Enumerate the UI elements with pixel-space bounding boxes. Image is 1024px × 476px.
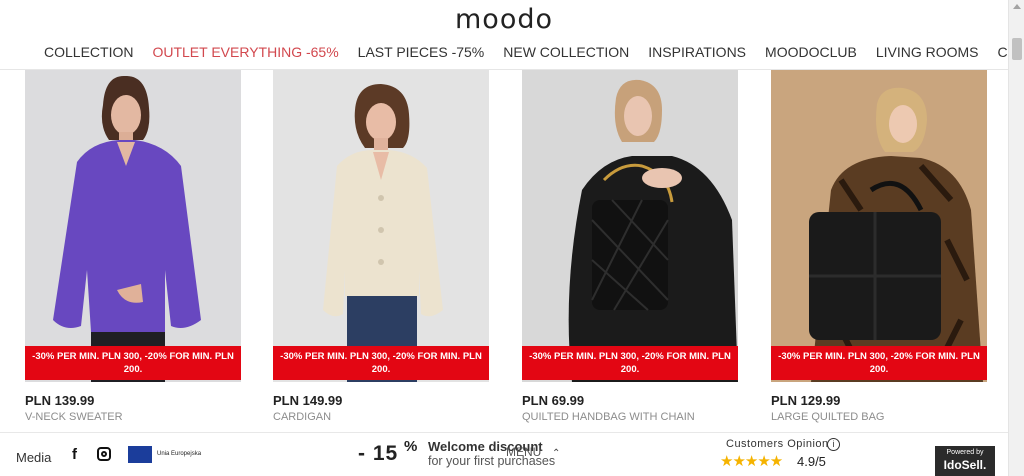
- nav-item-outlet[interactable]: OUTLET EVERYTHING -65%: [152, 44, 338, 60]
- product-image-sweater: [25, 70, 241, 382]
- promo-badge: -30% PER MIN. PLN 300, -20% FOR MIN. PLN…: [522, 346, 738, 380]
- vertical-scrollbar[interactable]: [1008, 0, 1024, 476]
- product-image-handbag: [522, 70, 738, 382]
- product-grid: -30% PER MIN. PLN 300, -20% FOR MIN. PLN…: [25, 70, 995, 430]
- promo-badge: -30% PER MIN. PLN 300, -20% FOR MIN. PLN…: [771, 346, 987, 380]
- product-photo[interactable]: -30% PER MIN. PLN 300, -20% FOR MIN. PLN…: [25, 70, 241, 382]
- nav-item-living-rooms[interactable]: LIVING ROOMS: [876, 44, 979, 60]
- media-label: Media: [16, 450, 52, 465]
- product-price: PLN 149.99: [273, 393, 343, 408]
- powered-by-label: Powered by: [946, 449, 984, 456]
- product-photo[interactable]: -30% PER MIN. PLN 300, -20% FOR MIN. PLN…: [273, 70, 489, 382]
- product-name[interactable]: V-NECK SWEATER: [25, 411, 241, 423]
- rating-value: 4.9/5: [797, 454, 826, 469]
- product-name[interactable]: LARGE QUILTED BAG: [771, 411, 987, 423]
- product-image-large-bag: [771, 70, 987, 382]
- product-card[interactable]: -30% PER MIN. PLN 300, -20% FOR MIN. PLN…: [25, 70, 241, 423]
- menu-toggle[interactable]: MENU: [506, 445, 541, 459]
- info-icon[interactable]: i: [827, 438, 840, 451]
- scroll-up-arrow-icon[interactable]: [1013, 4, 1021, 9]
- product-price: PLN 129.99: [771, 393, 841, 408]
- powered-by-badge[interactable]: Powered by IdoSell.: [935, 446, 995, 476]
- rating-stars: ★★★★★: [720, 453, 783, 470]
- product-price: PLN 139.99: [25, 393, 95, 408]
- product-photo[interactable]: -30% PER MIN. PLN 300, -20% FOR MIN. PLN…: [771, 70, 987, 382]
- product-name[interactable]: CARDIGAN: [273, 411, 489, 423]
- promo-badge: -30% PER MIN. PLN 300, -20% FOR MIN. PLN…: [25, 346, 241, 380]
- instagram-icon[interactable]: [97, 447, 111, 461]
- nav-item-inspirations[interactable]: INSPIRATIONS: [648, 44, 746, 60]
- product-card[interactable]: -30% PER MIN. PLN 300, -20% FOR MIN. PLN…: [522, 70, 738, 423]
- main-navigation: COLLECTION OUTLET EVERYTHING -65% LAST P…: [44, 44, 1024, 60]
- scroll-thumb[interactable]: [1012, 38, 1022, 60]
- product-image-cardigan: [273, 70, 489, 382]
- customers-opinion-label: Customers Opinion: [726, 438, 829, 450]
- nav-item-last-pieces[interactable]: LAST PIECES -75%: [358, 44, 485, 60]
- product-price: PLN 69.99: [522, 393, 585, 408]
- nav-item-new-collection[interactable]: NEW COLLECTION: [503, 44, 629, 60]
- facebook-icon[interactable]: f: [72, 446, 77, 463]
- site-header: moodo COLLECTION OUTLET EVERYTHING -65% …: [0, 0, 1024, 70]
- promo-badge: -30% PER MIN. PLN 300, -20% FOR MIN. PLN…: [273, 346, 489, 380]
- nav-item-collection[interactable]: COLLECTION: [44, 44, 133, 60]
- idosell-logo: IdoSell.: [943, 458, 987, 472]
- chevron-up-icon[interactable]: ⌃: [552, 448, 560, 459]
- discount-value[interactable]: - 15: [358, 442, 398, 466]
- nav-item-moodoclub[interactable]: MOODOCLUB: [765, 44, 857, 60]
- discount-percent-sign: %: [404, 438, 418, 455]
- sticky-footer-bar: Media f Unia Europejska - 15 % Welcome d…: [0, 432, 1008, 476]
- eu-label: Unia Europejska: [157, 451, 202, 457]
- product-card[interactable]: -30% PER MIN. PLN 300, -20% FOR MIN. PLN…: [771, 70, 987, 423]
- product-name[interactable]: QUILTED HANDBAG WITH CHAIN: [522, 411, 738, 423]
- eu-flag-icon: [128, 446, 152, 463]
- product-card[interactable]: -30% PER MIN. PLN 300, -20% FOR MIN. PLN…: [273, 70, 489, 423]
- logo[interactable]: moodo: [0, 4, 1008, 35]
- product-photo[interactable]: -30% PER MIN. PLN 300, -20% FOR MIN. PLN…: [522, 70, 738, 382]
